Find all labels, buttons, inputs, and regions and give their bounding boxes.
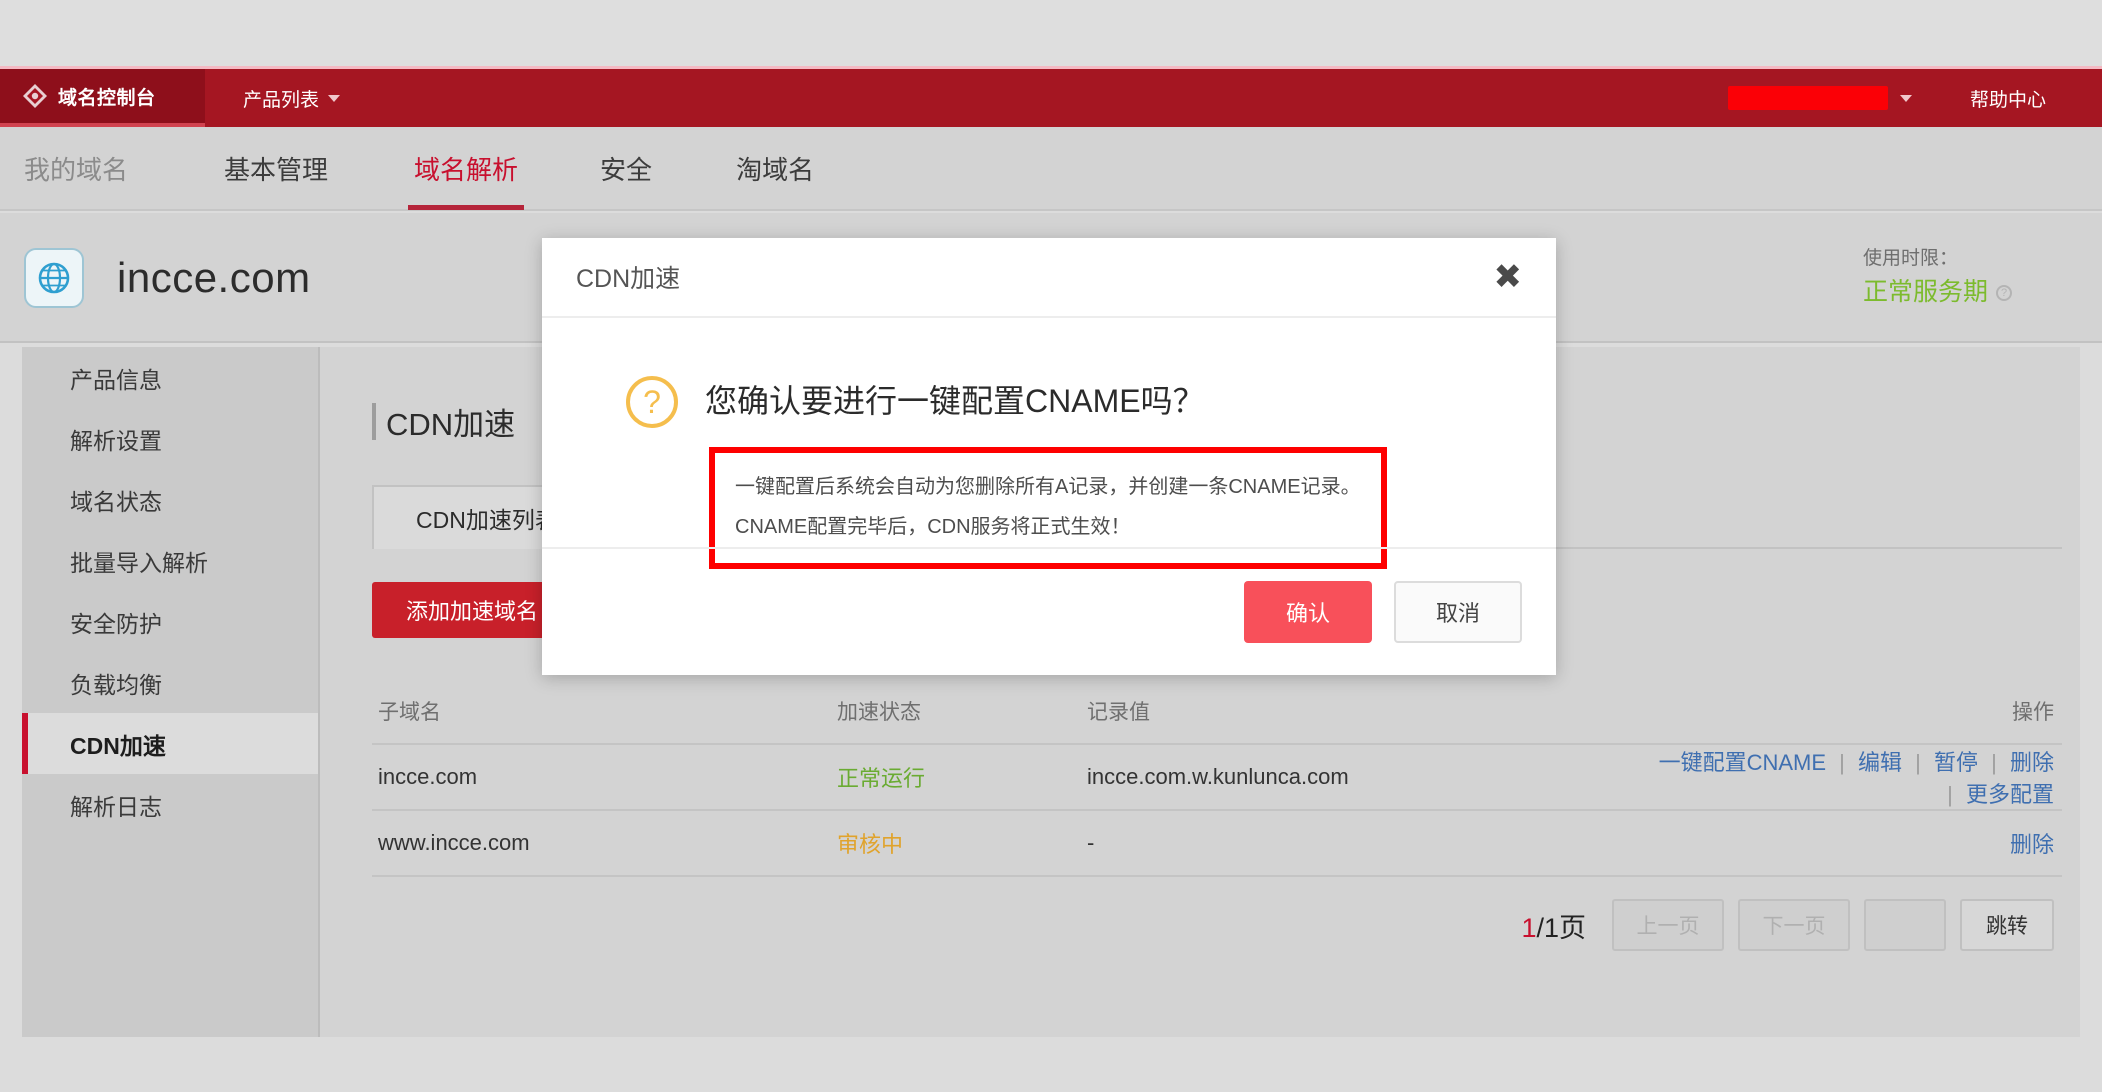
page-jump-input[interactable] — [1864, 899, 1946, 951]
product-list-label: 产品列表 — [243, 85, 319, 112]
next-page-button[interactable]: 下一页 — [1738, 899, 1850, 951]
op-edit-link[interactable]: 编辑 — [1858, 750, 1902, 775]
sidebar-item-domain-status[interactable]: 域名状态 — [22, 469, 318, 530]
cell-subdomain: www.incce.com — [372, 830, 837, 856]
browser-chrome-strip — [0, 0, 2102, 70]
cell-record-value: incce.com.w.kunlunca.com — [1087, 764, 1652, 790]
column-header-subdomain: 子域名 — [372, 696, 837, 726]
question-circle-icon[interactable]: ? — [1996, 285, 2012, 301]
cell-operations: 删除 — [1652, 827, 2062, 859]
op-separator: | — [1984, 750, 2004, 775]
sidebar-item-load-balancing[interactable]: 负载均衡 — [22, 652, 318, 713]
op-more-config-link[interactable]: 更多配置 — [1966, 782, 2054, 807]
page-bottom-strip — [0, 1037, 2102, 1092]
page-title: CDN加速 — [372, 399, 515, 444]
help-center-link[interactable]: 帮助中心 — [1970, 85, 2046, 112]
op-configure-cname-link[interactable]: 一键配置CNAME — [1659, 750, 1826, 775]
sidebar-item-resolution-settings[interactable]: 解析设置 — [22, 408, 318, 469]
cell-status: 正常运行 — [837, 761, 1087, 793]
column-header-record-value: 记录值 — [1087, 696, 1652, 726]
usage-period-label: 使用时限： — [1863, 244, 2012, 273]
usage-period-block: 使用时限： 正常服务期 ? — [1863, 244, 2102, 312]
nav-item-security[interactable]: 安全 — [598, 126, 654, 210]
brand-label: 域名控制台 — [58, 83, 156, 110]
product-list-menu[interactable]: 产品列表 — [243, 85, 340, 112]
prev-page-button[interactable]: 上一页 — [1612, 899, 1724, 951]
pagination: 1/1页 上一页 下一页 跳转 — [372, 877, 2062, 973]
sidebar-item-batch-import[interactable]: 批量导入解析 — [22, 530, 318, 591]
globe-icon — [24, 248, 84, 308]
table-row: www.incce.com 审核中 - 删除 — [372, 811, 2062, 877]
chevron-down-icon — [328, 95, 340, 102]
op-delete-link[interactable]: 删除 — [2010, 832, 2054, 857]
cell-status: 审核中 — [837, 827, 1087, 859]
dialog-header: CDN加速 ✖ — [542, 238, 1556, 318]
sidebar-item-cdn-acceleration[interactable]: CDN加速 — [22, 713, 318, 774]
page-jump-button[interactable]: 跳转 — [1960, 899, 2054, 951]
chevron-down-icon — [1900, 95, 1912, 102]
page-counter-total: /1页 — [1536, 913, 1586, 943]
cdn-acceleration-table: 子域名 加速状态 记录值 操作 incce.com 正常运行 incce.com… — [372, 679, 2062, 973]
op-delete-link[interactable]: 删除 — [2010, 750, 2054, 775]
secondary-nav: 我的域名 基本管理 域名解析 安全 淘域名 — [0, 127, 2102, 211]
table-row: incce.com 正常运行 incce.com.w.kunlunca.com … — [372, 745, 2062, 811]
dialog-confirm-button[interactable]: 确认 — [1244, 581, 1372, 643]
dialog-title: CDN加速 — [576, 259, 680, 295]
op-separator: | — [1908, 750, 1928, 775]
column-header-operations: 操作 — [1652, 696, 2062, 726]
usage-period-value-row: 正常服务期 ? — [1863, 273, 2012, 312]
dialog-heading: 您确认要进行一键配置CNAME吗？ — [705, 376, 1205, 422]
op-separator: | — [1940, 782, 1960, 807]
page-counter: 1/1页 — [1521, 906, 1586, 945]
op-pause-link[interactable]: 暂停 — [1934, 750, 1978, 775]
app-header: 域名控制台 产品列表 帮助中心 — [0, 69, 2102, 127]
brand-home-link[interactable]: 域名控制台 — [0, 69, 205, 127]
column-header-status: 加速状态 — [837, 696, 1087, 726]
cell-operations: 一键配置CNAME | 编辑 | 暂停 | 删除 | 更多配置 — [1652, 745, 2062, 809]
sidebar-nav: 产品信息 解析设置 域名状态 批量导入解析 安全防护 负载均衡 CDN加速 解析… — [22, 347, 320, 1037]
user-account-redacted — [1728, 86, 1888, 110]
dialog-note-line-2: CNAME配置完毕后，CDN服务将正式生效！ — [735, 507, 1361, 547]
dialog-cancel-button[interactable]: 取消 — [1394, 581, 1522, 643]
page-domain-name: incce.com — [117, 254, 311, 302]
sidebar-item-resolution-log[interactable]: 解析日志 — [22, 774, 318, 835]
diamond-logo-icon — [22, 83, 48, 109]
cdn-confirm-dialog: CDN加速 ✖ ? 您确认要进行一键配置CNAME吗？ 一键配置后系统会自动为您… — [542, 238, 1556, 675]
sidebar-item-product-info[interactable]: 产品信息 — [22, 347, 318, 408]
dialog-note-line-1: 一键配置后系统会自动为您删除所有A记录，并创建一条CNAME记录。 — [735, 467, 1361, 507]
cell-subdomain: incce.com — [372, 764, 837, 790]
dialog-footer: 确认 取消 — [542, 547, 1556, 675]
op-separator: | — [1832, 750, 1852, 775]
question-mark-icon: ? — [626, 376, 678, 428]
user-account-menu[interactable] — [1728, 86, 1912, 110]
cell-record-value: - — [1087, 830, 1652, 856]
header-right-group: 帮助中心 — [1728, 85, 2102, 112]
page-counter-current: 1 — [1521, 913, 1536, 943]
nav-item-basic-management[interactable]: 基本管理 — [222, 126, 330, 210]
nav-item-dns-resolution[interactable]: 域名解析 — [412, 126, 520, 210]
nav-item-my-domains[interactable]: 我的域名 — [22, 126, 130, 210]
table-header-row: 子域名 加速状态 记录值 操作 — [372, 679, 2062, 745]
close-icon[interactable]: ✖ — [1494, 260, 1523, 294]
nav-item-tao-domain[interactable]: 淘域名 — [734, 126, 816, 210]
sidebar-item-security-protection[interactable]: 安全防护 — [22, 591, 318, 652]
usage-period-value: 正常服务期 — [1863, 273, 1988, 312]
